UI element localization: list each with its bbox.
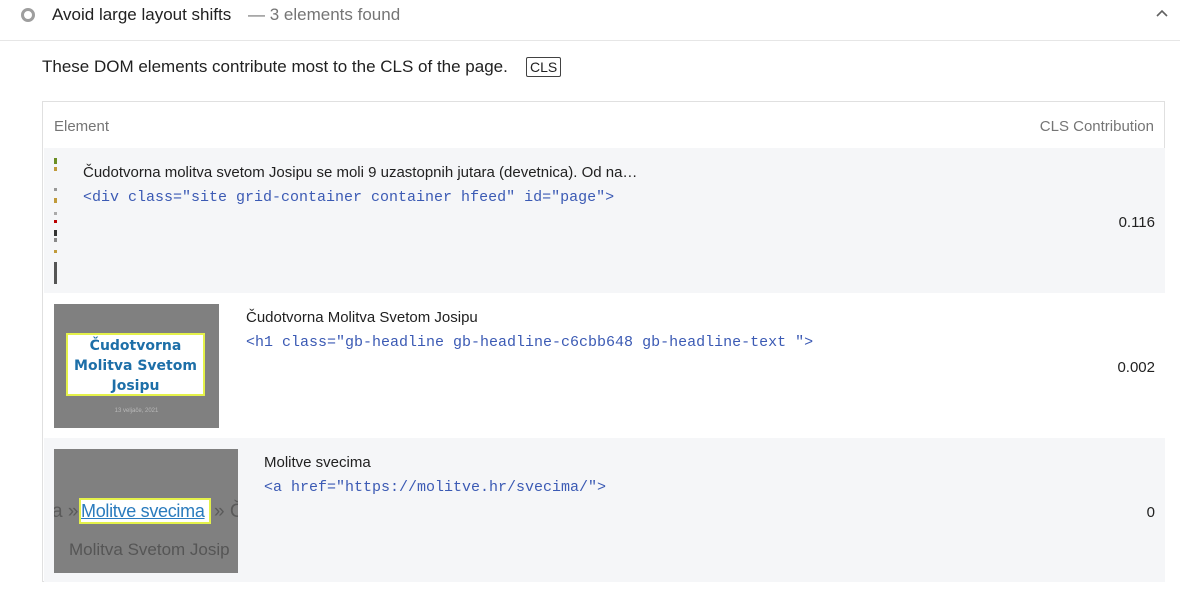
table-row: a » Molitve svecima » Č Molitva Svetom J… [44,438,1165,582]
element-thumbnail: a » Molitve svecima » Č Molitva Svetom J… [54,449,238,573]
thumbnail-date: 13 veljače, 2021 [114,408,159,414]
column-header-cls-contribution: CLS Contribution [1039,118,1154,135]
thumbnail-headline-line: Molitva Svetom [74,358,197,374]
thumbnail-headline-line: Čudotvorna [89,338,182,354]
element-thumbnail: Čudotvorna Molitva Svetom Josipu 13 velj… [54,304,219,428]
column-header-element: Element [54,118,110,135]
element-selector[interactable]: <h1 class="gb-headline gb-headline-c6cbb… [246,334,813,351]
chevron-up-icon[interactable] [1155,6,1169,20]
thumbnail-breadcrumb-fragment: a » [54,501,79,522]
cls-value: 0.002 [1117,359,1155,376]
element-snippet: Čudotvorna Molitva Svetom Josipu [246,309,478,326]
audit-count: — 3 elements found [248,5,401,24]
cls-value: 0.116 [1118,214,1155,231]
element-selector[interactable]: <a href="https://molitve.hr/svecima/"> [264,479,606,496]
element-thumbnail [54,158,57,284]
table-row: Čudotvorna molitva svetom Josipu se moli… [44,148,1165,293]
thumbnail-page-title: Molitva Svetom Josip [69,540,230,559]
audit-header[interactable]: Avoid large layout shifts — 3 elements f… [0,0,1180,41]
table-row: Čudotvorna Molitva Svetom Josipu 13 velj… [44,293,1165,438]
cls-tag: CLS [526,57,562,77]
element-selector[interactable]: <div class="site grid-container containe… [83,189,614,206]
thumbnail-link: Molitve svecima [81,501,205,521]
thumbnail-headline-line: Josipu [111,378,160,394]
thumbnail-breadcrumb-fragment: » Č [214,501,238,522]
element-snippet: Čudotvorna molitva svetom Josipu se moli… [83,164,638,181]
status-circle-icon [21,8,35,22]
elements-table: Element CLS Contribution Čudotvorna moli… [42,101,1165,582]
element-snippet: Molitve svecima [264,454,371,471]
cls-value: 0 [1146,504,1155,521]
audit-description: These DOM elements contribute most to th… [42,57,508,76]
audit-title: Avoid large layout shifts [52,5,232,24]
